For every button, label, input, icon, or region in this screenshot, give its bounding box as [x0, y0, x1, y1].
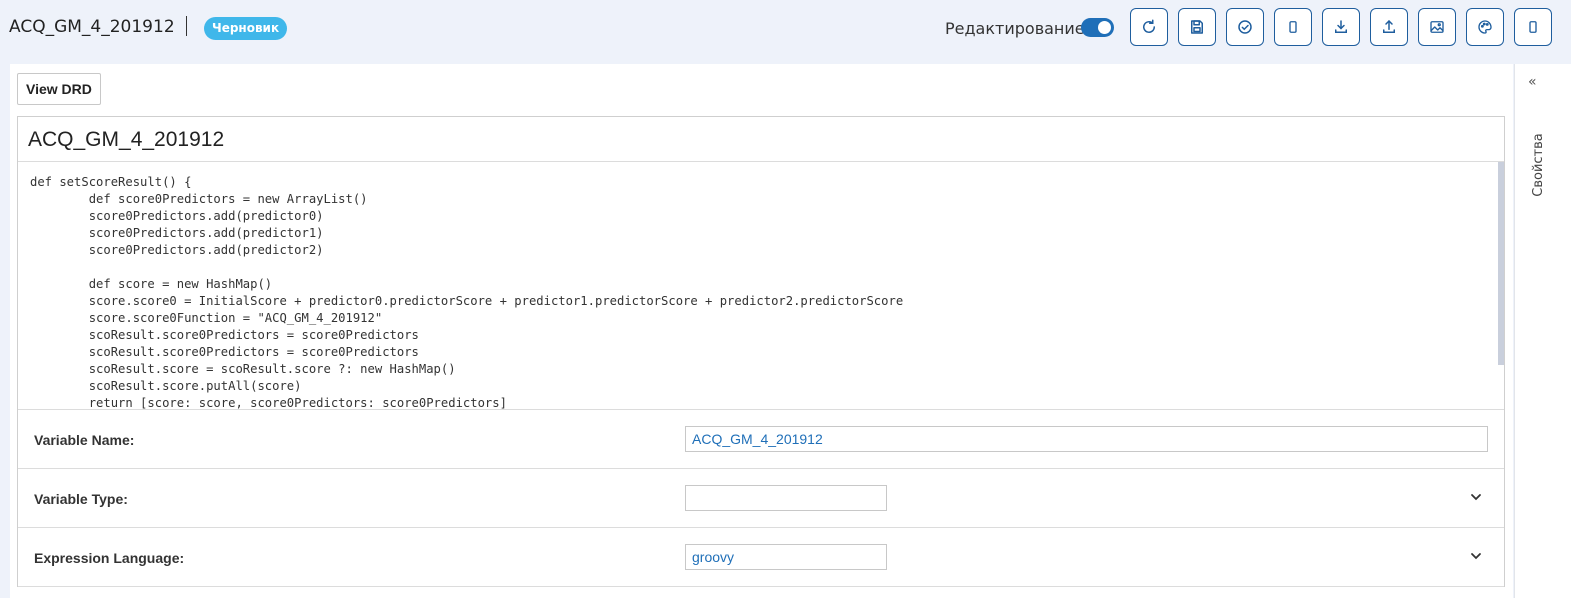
page-title: ACQ_GM_4_201912	[9, 17, 175, 37]
code-editor[interactable]: def setScoreResult() { def score0Predict…	[18, 162, 1504, 409]
code-scrollbar[interactable]	[1498, 162, 1504, 365]
variable-type-label: Variable Type:	[34, 491, 128, 507]
expression-language-label: Expression Language:	[34, 550, 185, 566]
save-icon	[1191, 20, 1203, 34]
mobile-view-button[interactable]	[1274, 8, 1312, 46]
code-text[interactable]: def setScoreResult() { def score0Predict…	[30, 174, 903, 409]
variable-name-input[interactable]: ACQ_GM_4_201912	[685, 426, 1488, 452]
refresh-icon	[1143, 19, 1155, 33]
image-button[interactable]	[1418, 8, 1456, 46]
validate-button[interactable]	[1226, 8, 1264, 46]
card-title: ACQ_GM_4_201912	[28, 128, 225, 151]
check-circle-icon	[1238, 20, 1252, 34]
chevron-down-icon[interactable]	[1469, 490, 1483, 504]
palette-button[interactable]	[1466, 8, 1504, 46]
expression-language-select[interactable]: groovy	[685, 544, 887, 570]
device-button[interactable]	[1514, 8, 1552, 46]
upload-button[interactable]	[1370, 8, 1408, 46]
collapse-icon[interactable]: «	[1528, 74, 1537, 90]
top-header: ACQ_GM_4_201912 Черновик Редактирование	[0, 0, 1571, 62]
variable-type-row: Variable Type:	[18, 469, 1504, 528]
properties-sidebar: « Свойства	[1514, 64, 1571, 598]
palette-icon	[1478, 20, 1492, 34]
expression-language-row: Expression Language: groovy	[18, 528, 1504, 587]
variable-name-label: Variable Name:	[34, 432, 135, 448]
view-drd-button[interactable]: View DRD	[17, 73, 101, 105]
toggle-knob	[1098, 21, 1111, 34]
variable-name-row: Variable Name: ACQ_GM_4_201912	[18, 410, 1504, 469]
chevron-down-icon[interactable]	[1469, 549, 1483, 563]
variable-type-select[interactable]	[685, 485, 887, 511]
edit-mode-toggle[interactable]	[1081, 18, 1114, 37]
upload-icon	[1383, 19, 1395, 33]
main-panel: View DRD ACQ_GM_4_201912 def setScoreRes…	[10, 64, 1513, 598]
title-divider	[186, 16, 187, 36]
image-icon	[1430, 21, 1444, 33]
decision-card: ACQ_GM_4_201912 def setScoreResult() { d…	[17, 116, 1505, 587]
refresh-button[interactable]	[1130, 8, 1168, 46]
phone-icon	[1529, 21, 1537, 33]
phone-icon	[1289, 21, 1297, 33]
edit-mode-label: Редактирование	[945, 19, 1085, 38]
download-icon	[1335, 20, 1347, 33]
sidebar-tab-properties[interactable]: Свойства	[1503, 133, 1571, 197]
save-button[interactable]	[1178, 8, 1216, 46]
status-badge: Черновик	[204, 17, 288, 40]
download-button[interactable]	[1322, 8, 1360, 46]
